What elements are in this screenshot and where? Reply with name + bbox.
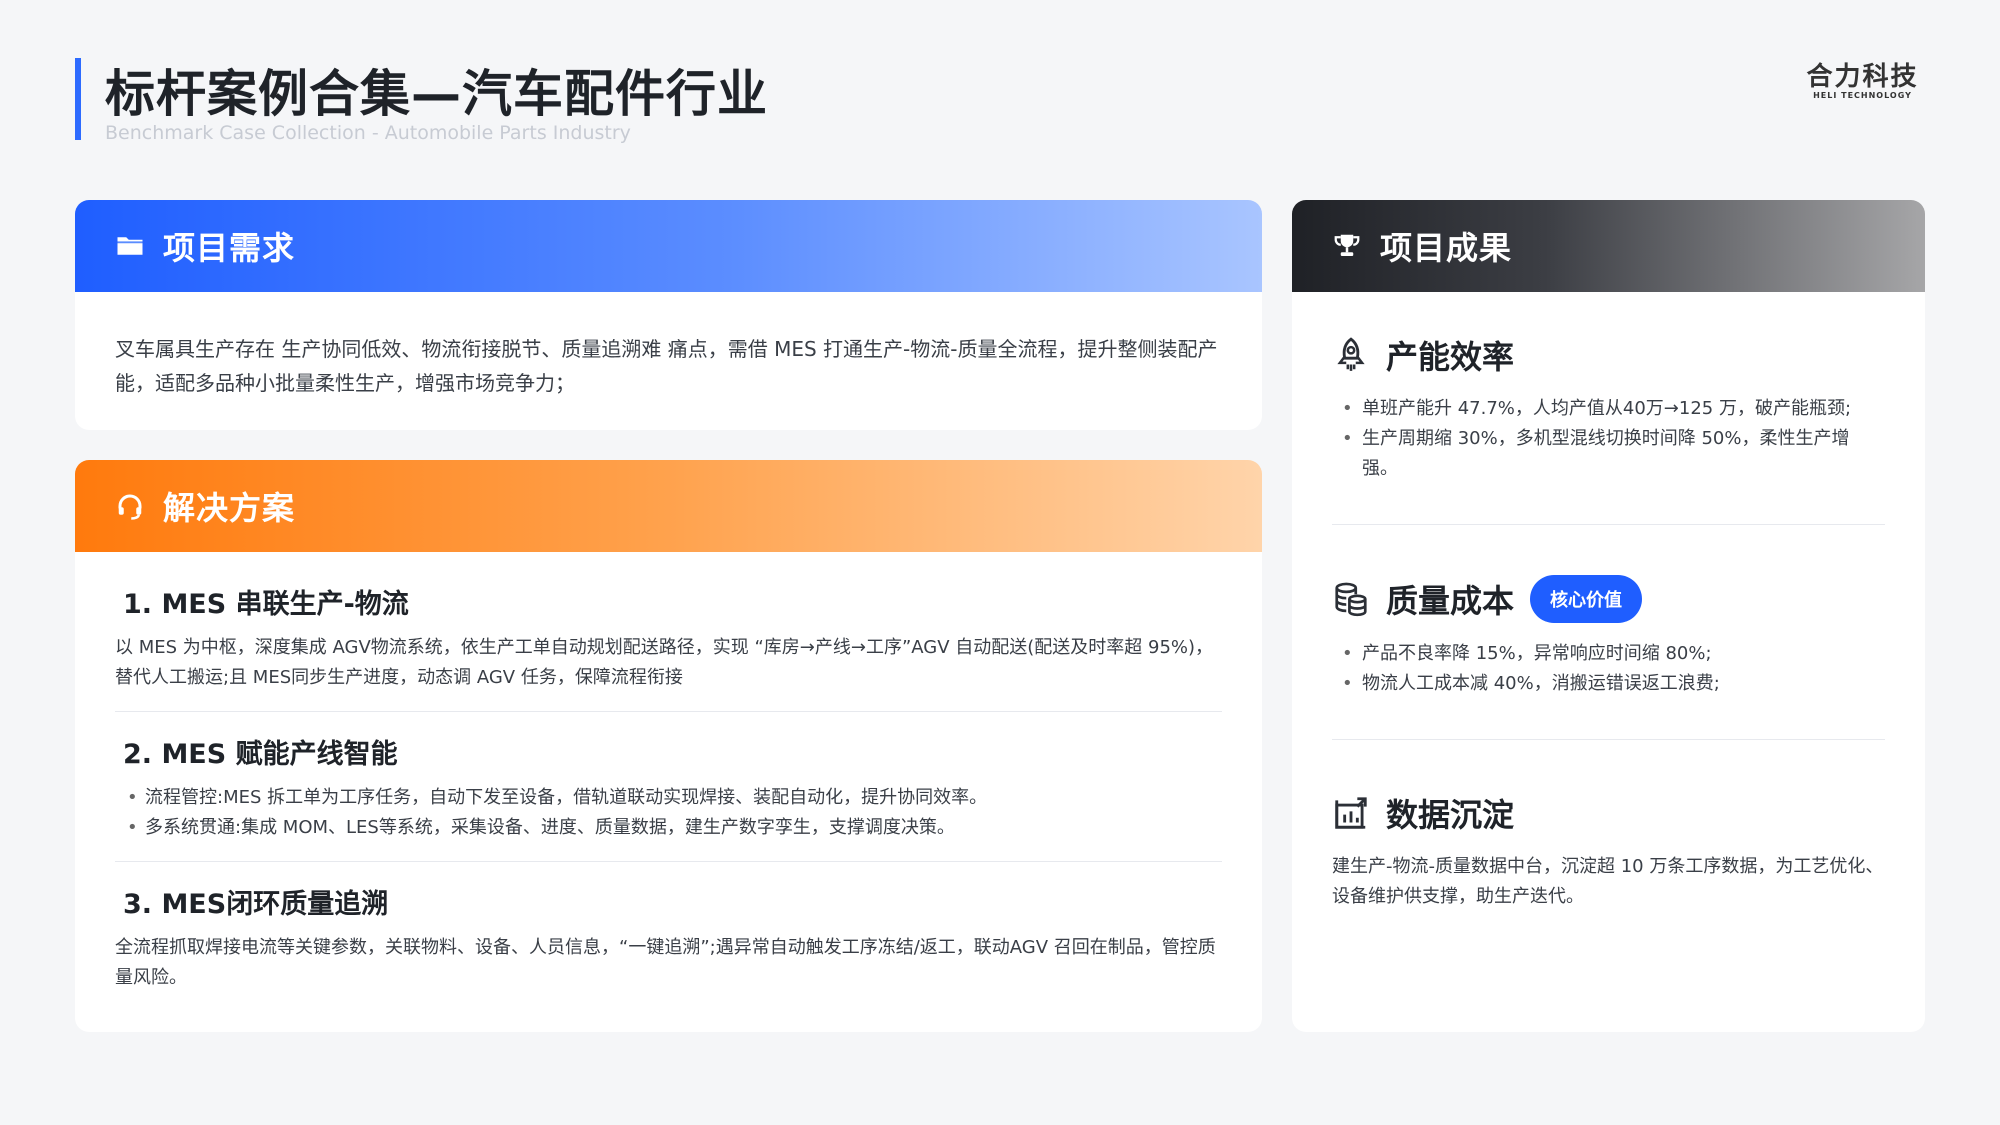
requirement-card: 项目需求 叉车属具生产存在 生产协同低效、物流衔接脱节、质量追溯难 痛点，需借 … bbox=[75, 200, 1262, 430]
solution-item-title: 2. MES 赋能产线智能 bbox=[123, 739, 398, 770]
trophy-icon bbox=[1332, 231, 1362, 261]
results-header: 项目成果 bbox=[1292, 200, 1925, 292]
list-item: 物流人工成本减 40%，消搬运错误返工浪费; bbox=[1332, 669, 1885, 699]
result-item-text: 建生产-物流-质量数据中台，沉淀超 10 万条工序数据，为工艺优化、设备维护供支… bbox=[1332, 856, 1884, 907]
requirement-text: 叉车属具生产存在 生产协同低效、物流衔接脱节、质量追溯难 痛点，需借 MES 打… bbox=[115, 337, 1218, 395]
core-value-badge: 核心价值 bbox=[1530, 575, 1643, 623]
result-bullet-list: 单班产能升 47.7%，人均产值从40万→125 万，破产能瓶颈; 生产周期缩 … bbox=[1332, 394, 1885, 484]
solution-card: 解决方案 1. MES 串联生产-物流 以 MES 为中枢，深度集成 AGV物流… bbox=[75, 460, 1262, 1032]
solution-bullet-list: 流程管控:MES 拆工单为工序任务，自动下发至设备，借轨道联动实现焊接、装配自动… bbox=[115, 783, 1222, 843]
solution-item-3: 3. MES闭环质量追溯 全流程抓取焊接电流等关键参数，关联物料、设备、人员信息… bbox=[115, 882, 1222, 1011]
company-logo: 合力科技 HELI TECHNOLOGY bbox=[1790, 56, 1935, 100]
list-item: 单班产能升 47.7%，人均产值从40万→125 万，破产能瓶颈; bbox=[1332, 394, 1885, 424]
result-item-capacity: 产能效率 单班产能升 47.7%，人均产值从40万→125 万，破产能瓶颈; 生… bbox=[1332, 332, 1885, 525]
list-item: 生产周期缩 30%，多机型混线切换时间降 50%，柔性生产增强。 bbox=[1332, 424, 1885, 484]
results-heading: 项目成果 bbox=[1380, 229, 1513, 267]
requirement-heading: 项目需求 bbox=[163, 229, 296, 267]
result-bullet-list: 产品不良率降 15%，异常响应时间缩 80%; 物流人工成本减 40%，消搬运错… bbox=[1332, 639, 1885, 699]
list-item: 产品不良率降 15%，异常响应时间缩 80%; bbox=[1332, 639, 1885, 669]
page-title: 标杆案例合集—汽车配件行业 bbox=[105, 65, 768, 123]
solution-item-1: 1. MES 串联生产-物流 以 MES 为中枢，深度集成 AGV物流系统，依生… bbox=[115, 582, 1222, 712]
result-item-data: 数据沉淀 建生产-物流-质量数据中台，沉淀超 10 万条工序数据，为工艺优化、设… bbox=[1332, 790, 1885, 952]
rocket-icon bbox=[1332, 336, 1370, 374]
headset-icon bbox=[115, 491, 145, 521]
result-item-title: 数据沉淀 bbox=[1386, 796, 1515, 834]
solution-item-text: 以 MES 为中枢，深度集成 AGV物流系统，依生产工单自动规划配送路径，实现 … bbox=[115, 637, 1214, 688]
coins-icon bbox=[1332, 580, 1370, 618]
result-item-quality: 质量成本 核心价值 产品不良率降 15%，异常响应时间缩 80%; 物流人工成本… bbox=[1332, 575, 1885, 740]
solution-item-title: 3. MES闭环质量追溯 bbox=[123, 889, 389, 920]
chart-up-icon bbox=[1332, 794, 1370, 832]
requirement-header: 项目需求 bbox=[75, 200, 1262, 292]
list-item: 多系统贯通:集成 MOM、LES等系统，采集设备、进度、质量数据，建生产数字孪生… bbox=[115, 813, 1222, 843]
folder-icon bbox=[115, 231, 145, 261]
list-item: 流程管控:MES 拆工单为工序任务，自动下发至设备，借轨道联动实现焊接、装配自动… bbox=[115, 783, 1222, 813]
results-card: 项目成果 产能效率 单班产能升 47.7%，人均产值从40万→125 万，破产能… bbox=[1292, 200, 1925, 1032]
solution-item-2: 2. MES 赋能产线智能 流程管控:MES 拆工单为工序任务，自动下发至设备，… bbox=[115, 732, 1222, 862]
result-item-title: 产能效率 bbox=[1386, 338, 1515, 376]
solution-header: 解决方案 bbox=[75, 460, 1262, 552]
solution-item-text: 全流程抓取焊接电流等关键参数，关联物料、设备、人员信息，“一键追溯”;遇异常自动… bbox=[115, 937, 1216, 988]
logo-main-text: 合力科技 bbox=[1806, 62, 1919, 92]
title-accent-bar bbox=[75, 58, 81, 140]
solution-heading: 解决方案 bbox=[163, 489, 296, 527]
solution-item-title: 1. MES 串联生产-物流 bbox=[123, 589, 409, 620]
page-subtitle: Benchmark Case Collection - Automobile P… bbox=[105, 122, 631, 144]
result-item-title: 质量成本 bbox=[1386, 582, 1515, 620]
